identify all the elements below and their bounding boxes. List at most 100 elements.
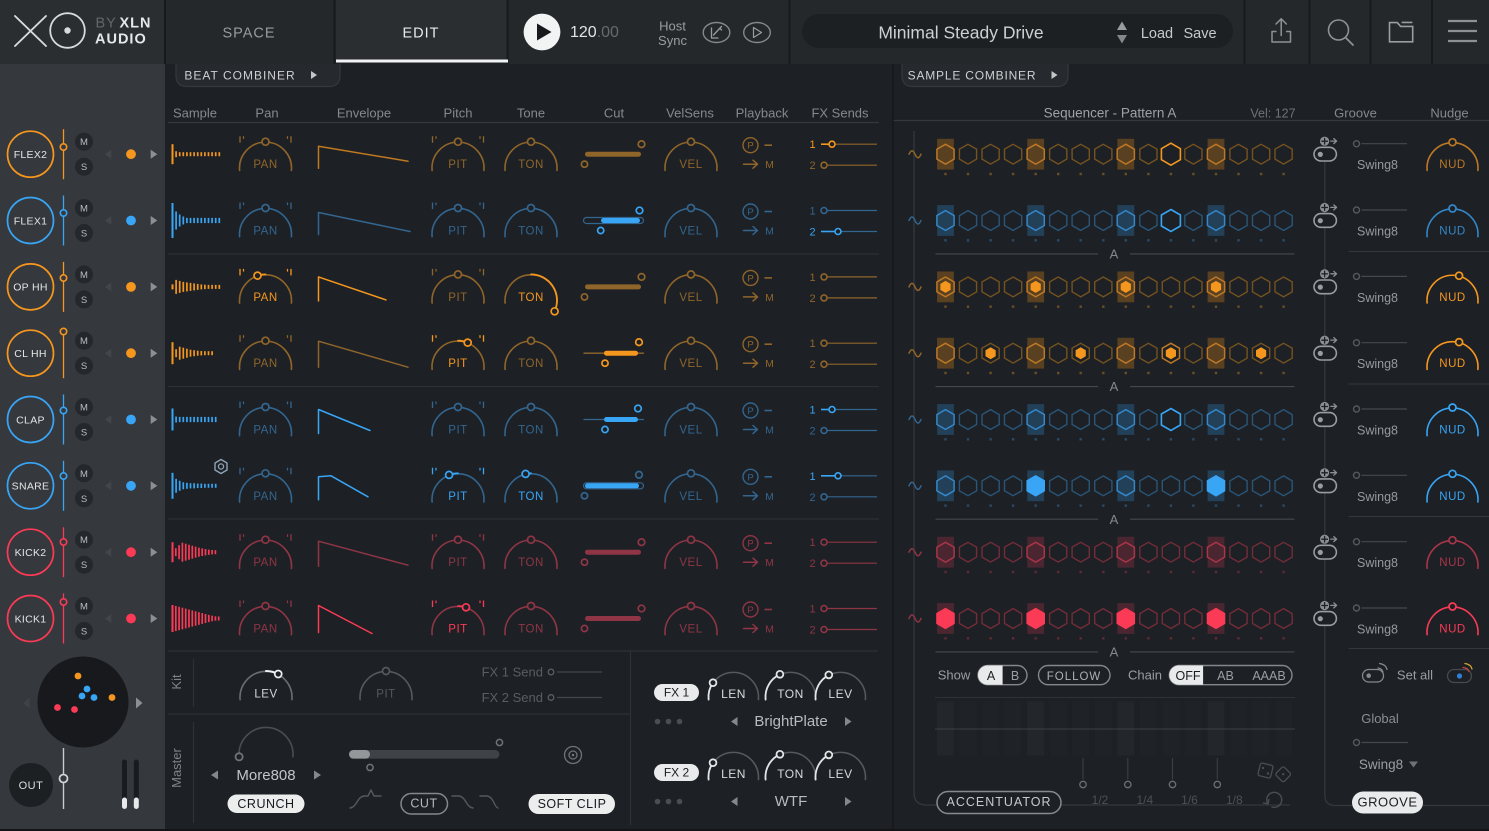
svg-text:M: M <box>765 358 774 370</box>
svg-text:TON: TON <box>518 557 544 569</box>
svg-text:2: 2 <box>809 625 815 637</box>
svg-text:Tone: Tone <box>517 106 545 121</box>
svg-text:TON: TON <box>777 687 804 701</box>
svg-text:P: P <box>747 141 753 152</box>
svg-text:Swing8: Swing8 <box>1357 424 1398 438</box>
svg-text:A: A <box>1110 246 1119 261</box>
svg-text:M: M <box>80 204 88 215</box>
svg-text:AB: AB <box>1217 669 1234 683</box>
svg-text:S: S <box>81 162 87 173</box>
svg-text:P: P <box>747 340 753 351</box>
svg-text:2: 2 <box>809 227 815 239</box>
svg-text:FLEX2: FLEX2 <box>14 149 48 161</box>
svg-text:M: M <box>80 602 88 613</box>
svg-text:1: 1 <box>809 272 815 284</box>
svg-text:Swing8: Swing8 <box>1357 623 1398 637</box>
svg-text:FOLLOW: FOLLOW <box>1047 671 1102 683</box>
svg-text:M: M <box>80 403 88 414</box>
svg-text:B: B <box>1011 669 1019 683</box>
svg-text:TON: TON <box>518 425 544 437</box>
svg-text:1/2: 1/2 <box>1092 793 1109 807</box>
svg-text:M: M <box>765 425 774 437</box>
svg-text:S: S <box>81 494 87 505</box>
svg-text:PAN: PAN <box>253 292 277 304</box>
svg-text:Envelope: Envelope <box>337 106 391 121</box>
svg-text:P: P <box>747 207 753 218</box>
svg-text:VEL: VEL <box>679 159 702 171</box>
svg-text:Chain: Chain <box>1128 668 1162 683</box>
svg-text:VEL: VEL <box>679 425 702 437</box>
svg-text:PAN: PAN <box>253 159 277 171</box>
svg-text:PAN: PAN <box>253 624 277 636</box>
svg-text:Save: Save <box>1183 26 1216 42</box>
svg-text:PIT: PIT <box>448 624 467 636</box>
svg-text:Set all: Set all <box>1397 668 1433 683</box>
svg-text:M: M <box>765 159 774 171</box>
svg-text:Host: Host <box>659 19 686 34</box>
svg-text:KICK2: KICK2 <box>15 547 47 559</box>
svg-text:EDIT: EDIT <box>402 26 439 42</box>
svg-text:More808: More808 <box>236 767 295 784</box>
svg-text:Swing8: Swing8 <box>1357 225 1398 239</box>
svg-text:Load: Load <box>1141 26 1173 42</box>
svg-text:PIT: PIT <box>448 491 467 503</box>
svg-text:TON: TON <box>777 767 804 781</box>
svg-text:VelSens: VelSens <box>666 106 714 121</box>
svg-text:S: S <box>81 627 87 638</box>
svg-text:M: M <box>80 336 88 347</box>
svg-text:FX 1 Send: FX 1 Send <box>482 665 543 680</box>
svg-text:SAMPLE COMBINER: SAMPLE COMBINER <box>908 69 1037 83</box>
svg-text:Sample: Sample <box>173 106 217 121</box>
svg-text:PIT: PIT <box>448 226 467 238</box>
svg-text:M: M <box>765 226 774 238</box>
svg-text:M: M <box>80 535 88 546</box>
svg-text:P: P <box>747 472 753 483</box>
svg-text:S: S <box>81 295 87 306</box>
svg-text:1: 1 <box>809 471 815 483</box>
svg-text:Swing8: Swing8 <box>1357 556 1398 570</box>
svg-text:TON: TON <box>518 226 544 238</box>
svg-text:S: S <box>81 428 87 439</box>
svg-text:WTF: WTF <box>775 793 807 810</box>
svg-text:PIT: PIT <box>448 159 467 171</box>
svg-text:2: 2 <box>809 160 815 172</box>
svg-text:Nudge: Nudge <box>1430 106 1468 121</box>
svg-text:CUT: CUT <box>410 797 437 811</box>
svg-text:LEV: LEV <box>828 767 852 781</box>
svg-text:OFF: OFF <box>1176 669 1201 683</box>
svg-text:1/6: 1/6 <box>1181 793 1198 807</box>
svg-text:Global: Global <box>1361 711 1399 726</box>
svg-text:Groove: Groove <box>1334 106 1377 121</box>
svg-text:M: M <box>765 292 774 304</box>
svg-text:KICK1: KICK1 <box>15 613 47 625</box>
svg-text:SNARE: SNARE <box>12 481 50 493</box>
svg-text:Show: Show <box>938 668 971 683</box>
svg-text:CRUNCH: CRUNCH <box>237 797 294 811</box>
svg-text:AUDIO: AUDIO <box>95 32 147 48</box>
svg-text:M: M <box>80 469 88 480</box>
svg-text:A: A <box>1110 512 1119 527</box>
svg-text:VEL: VEL <box>679 557 702 569</box>
svg-text:PIT: PIT <box>448 425 467 437</box>
svg-text:Sequencer - Pattern A: Sequencer - Pattern A <box>1044 106 1177 121</box>
svg-text:PIT: PIT <box>448 358 467 370</box>
svg-text:NUD: NUD <box>1439 358 1465 370</box>
svg-text:VEL: VEL <box>679 226 702 238</box>
svg-text:1: 1 <box>809 206 815 218</box>
svg-text:PAN: PAN <box>253 358 277 370</box>
svg-text:1: 1 <box>809 139 815 151</box>
svg-text:Master: Master <box>169 747 184 787</box>
svg-text:FX 1: FX 1 <box>664 686 690 700</box>
svg-text:CL HH: CL HH <box>14 348 47 360</box>
svg-text:Cut: Cut <box>604 106 625 121</box>
svg-text:OUT: OUT <box>19 780 44 792</box>
svg-text:TON: TON <box>518 292 544 304</box>
svg-text:2: 2 <box>809 359 815 371</box>
svg-text:P: P <box>747 406 753 417</box>
svg-text:BEAT COMBINER: BEAT COMBINER <box>184 69 295 83</box>
svg-text:M: M <box>80 137 88 148</box>
svg-text:TON: TON <box>518 491 544 503</box>
svg-text:Playback: Playback <box>736 106 789 121</box>
svg-text:S: S <box>81 361 87 372</box>
svg-text:LEN: LEN <box>721 687 746 701</box>
